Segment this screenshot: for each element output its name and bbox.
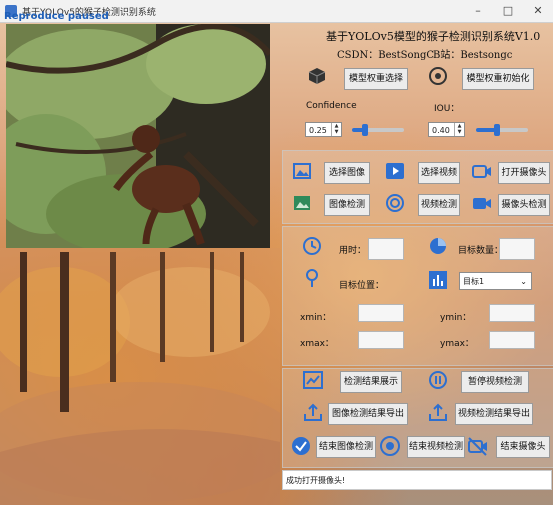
spin-arrows-icon[interactable]: ▲ ▼ bbox=[331, 123, 341, 136]
video-play-icon bbox=[386, 163, 404, 179]
iou-slider[interactable] bbox=[476, 124, 528, 136]
app-window: 基于YOLOv5的猴子检测识别系统 Reproduce paused – □ ✕ bbox=[0, 0, 553, 505]
xmax-value-box bbox=[358, 331, 404, 349]
open-camera-button[interactable]: 打开摄像头 bbox=[498, 162, 550, 184]
watermark: @稀土掘金技术社区 bbox=[430, 478, 520, 489]
camera-frame bbox=[6, 24, 270, 248]
location-icon bbox=[306, 269, 318, 287]
end-image-detect-button[interactable]: 结束图像检测 bbox=[316, 436, 376, 458]
confidence-value: 0.25 bbox=[309, 126, 327, 135]
select-video-button[interactable]: 选择视频 bbox=[418, 162, 460, 184]
maximize-icon[interactable]: □ bbox=[493, 0, 523, 22]
confidence-label: Confidence bbox=[306, 101, 357, 111]
bar-chart-icon bbox=[429, 271, 447, 289]
image-icon bbox=[293, 163, 311, 179]
video-detect-button[interactable]: 视频检测 bbox=[418, 194, 460, 216]
camera-icon bbox=[472, 165, 491, 178]
minimize-icon[interactable]: – bbox=[463, 0, 493, 22]
check-icon bbox=[292, 437, 310, 455]
camera-frame-image bbox=[6, 24, 270, 248]
chevron-down-icon: ⌄ bbox=[520, 277, 527, 286]
end-video-detect-button[interactable]: 结束视频检测 bbox=[407, 436, 465, 458]
ymin-value-box bbox=[489, 304, 535, 322]
end-camera-button[interactable]: 结束摄像头 bbox=[496, 436, 550, 458]
xmin-label: xmin： bbox=[300, 313, 332, 323]
select-image-button[interactable]: 选择图像 bbox=[324, 162, 370, 184]
pause-video-detect-button[interactable]: 暂停视频检测 bbox=[461, 371, 529, 393]
iou-value: 0.40 bbox=[432, 126, 450, 135]
reproduce-paused-label: Reproduce paused bbox=[4, 11, 109, 22]
pause-icon bbox=[429, 371, 447, 389]
camera-off-icon bbox=[468, 437, 487, 456]
csdn-label: CSDN：BestSongC bbox=[337, 50, 435, 61]
target-select-value: 目标1 bbox=[463, 277, 485, 286]
model-weight-init-button[interactable]: 模型权重初始化 bbox=[462, 68, 534, 90]
target-count-box bbox=[499, 238, 535, 260]
clock-icon bbox=[303, 237, 321, 255]
ymax-value-box bbox=[489, 331, 535, 349]
target-select-dropdown[interactable]: 目标1 ⌄ bbox=[459, 272, 532, 290]
confidence-slider[interactable] bbox=[352, 124, 404, 136]
time-label: 用时： bbox=[339, 246, 367, 256]
xmax-label: xmax： bbox=[300, 339, 334, 349]
confidence-spinbox[interactable]: 0.25 ▲ ▼ bbox=[305, 122, 342, 137]
time-value-box bbox=[368, 238, 404, 260]
iou-label: IOU： bbox=[434, 104, 460, 114]
title-bar: 基于YOLOv5的猴子检测识别系统 Reproduce paused – □ ✕ bbox=[0, 0, 553, 23]
xmin-value-box bbox=[358, 304, 404, 322]
confidence-slider-handle[interactable] bbox=[362, 124, 368, 136]
target-count-label: 目标数量： bbox=[458, 246, 504, 256]
stop-icon bbox=[380, 436, 400, 456]
show-result-button[interactable]: 检测结果展示 bbox=[340, 371, 402, 393]
export-image-result-button[interactable]: 图像检测结果导出 bbox=[328, 403, 408, 425]
picture-icon bbox=[294, 196, 310, 210]
camera-detect-button[interactable]: 摄像头检测 bbox=[498, 194, 550, 216]
iou-slider-handle[interactable] bbox=[493, 124, 500, 136]
target-icon bbox=[429, 67, 447, 85]
page-title: 基于YOLOv5模型的猴子检测识别系统V1.0 bbox=[326, 30, 541, 43]
scan-icon bbox=[386, 194, 404, 212]
bilibili-label: B站：Bestsongc bbox=[433, 50, 513, 61]
spin-arrows-icon[interactable]: ▲ ▼ bbox=[454, 123, 464, 136]
export-video-result-button[interactable]: 视频检测结果导出 bbox=[455, 403, 533, 425]
iou-spinbox[interactable]: 0.40 ▲ ▼ bbox=[428, 122, 465, 137]
camcorder-icon bbox=[473, 198, 491, 209]
target-position-label: 目标位置： bbox=[339, 281, 385, 291]
status-message: 成功打开摄像头! bbox=[286, 476, 346, 485]
image-detect-button[interactable]: 图像检测 bbox=[324, 194, 370, 216]
line-chart-icon bbox=[303, 371, 323, 389]
export-icon bbox=[429, 403, 447, 421]
export-icon bbox=[304, 403, 322, 421]
cube-icon bbox=[308, 68, 326, 84]
model-weight-select-button[interactable]: 模型权重选择 bbox=[344, 68, 408, 90]
close-icon[interactable]: ✕ bbox=[523, 0, 553, 22]
ymax-label: ymax： bbox=[440, 339, 474, 349]
pie-chart-icon bbox=[430, 238, 446, 254]
ymin-label: ymin： bbox=[440, 313, 472, 323]
